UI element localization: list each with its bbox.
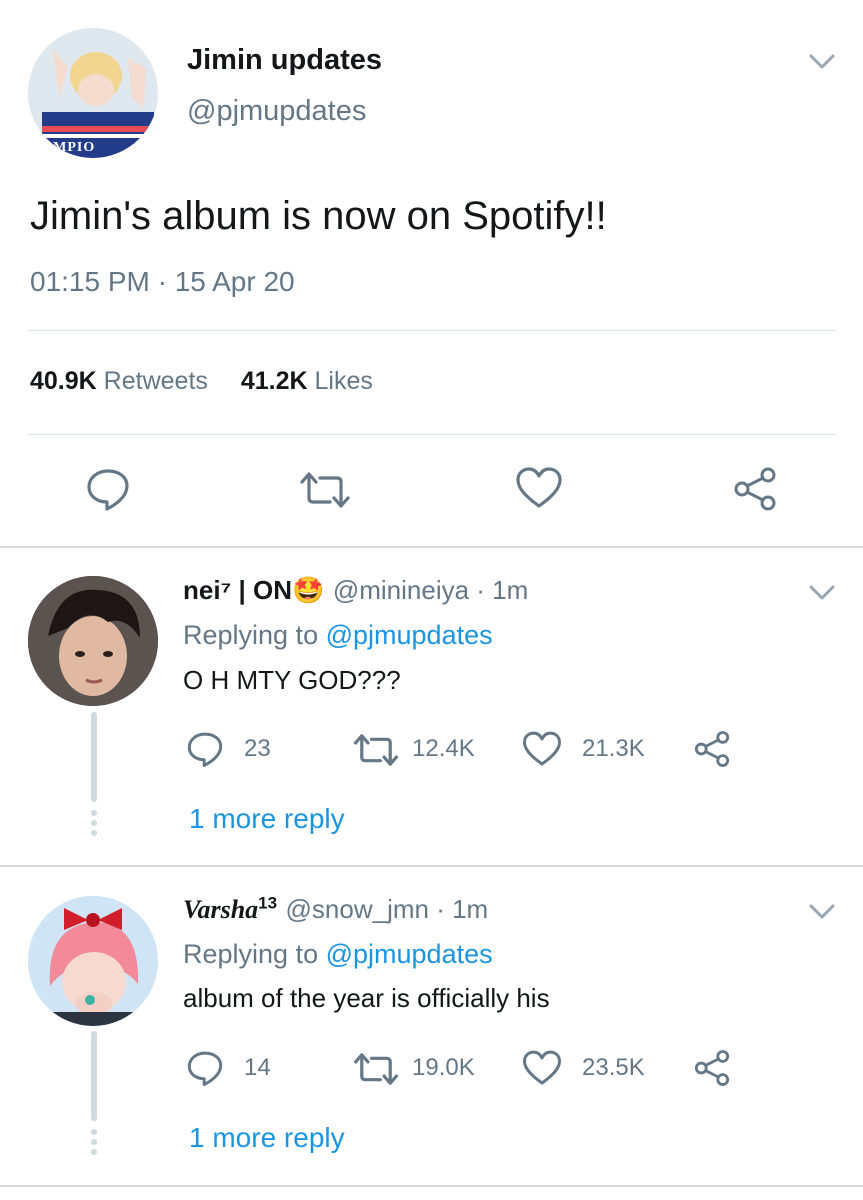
share-icon[interactable] — [693, 1049, 731, 1087]
stats-row: 40.9K Retweets 41.2K Likes — [30, 367, 373, 396]
retweet-count: 19.0K — [412, 1054, 475, 1081]
chevron-down-icon[interactable] — [808, 52, 836, 72]
divider — [28, 434, 835, 435]
like-icon[interactable] — [522, 1049, 562, 1087]
reply-icon[interactable] — [186, 1049, 224, 1087]
timestamp[interactable]: 01:15 PM · 15 Apr 20 — [30, 266, 295, 298]
thread-dots — [91, 810, 97, 840]
display-name[interactable]: Jimin updates — [187, 44, 382, 77]
replying-to-handle[interactable]: @pjmupdates — [326, 939, 493, 969]
like-count: 23.5K — [582, 1054, 645, 1081]
thread-line — [91, 712, 97, 802]
thread-dots — [91, 1129, 97, 1159]
star-struck-emoji: 🤩 — [292, 575, 325, 605]
likes-stat[interactable]: 41.2K Likes — [241, 367, 373, 395]
replying-to: Replying to @pjmupdates — [183, 620, 493, 650]
section-divider — [0, 1185, 863, 1187]
display-name-superscript: 13 — [258, 893, 278, 912]
chevron-down-icon[interactable] — [808, 902, 836, 922]
thread-line — [91, 1031, 97, 1121]
tweet-text: Jimin's album is now on Spotify!! — [30, 194, 607, 238]
like-icon[interactable] — [522, 730, 562, 768]
share-icon[interactable] — [693, 730, 731, 768]
reply-count: 23 — [244, 735, 271, 762]
reply-text: O H MTY GOD??? — [183, 665, 401, 695]
like-count: 21.3K — [582, 735, 645, 762]
chevron-down-icon[interactable] — [808, 583, 836, 603]
retweet-icon[interactable] — [352, 1051, 400, 1087]
reply-count: 14 — [244, 1054, 271, 1081]
retweet-count: 12.4K — [412, 735, 475, 762]
reply-icon[interactable] — [186, 730, 224, 768]
divider — [28, 330, 835, 331]
replying-to: Replying to @pjmupdates — [183, 939, 493, 969]
avatar-text: AMPIO — [42, 140, 96, 155]
more-replies-link[interactable]: 1 more reply — [189, 1122, 345, 1154]
avatar[interactable] — [28, 896, 158, 1026]
handle-time[interactable]: @minineiya · 1m — [333, 575, 528, 605]
avatar[interactable] — [28, 576, 158, 706]
handle-time[interactable]: @snow_jmn · 1m — [286, 894, 489, 924]
retweets-stat[interactable]: 40.9K Retweets — [30, 367, 208, 395]
section-divider — [0, 546, 863, 548]
replying-to-handle[interactable]: @pjmupdates — [326, 620, 493, 650]
share-icon[interactable] — [732, 466, 778, 512]
reply-header: nei⁷ | ON🤩 @minineiya · 1m — [183, 575, 528, 606]
retweet-icon[interactable] — [298, 470, 352, 510]
handle[interactable]: @pjmupdates — [187, 95, 366, 128]
display-name[interactable]: Varsha13 — [183, 893, 278, 924]
more-replies-link[interactable]: 1 more reply — [189, 803, 345, 835]
reply-icon[interactable] — [85, 466, 131, 512]
avatar[interactable]: AMPIO — [28, 28, 158, 158]
reply-text: album of the year is officially his — [183, 983, 550, 1013]
retweet-icon[interactable] — [352, 732, 400, 768]
reply-header: Varsha13 @snow_jmn · 1m — [183, 893, 488, 925]
section-divider — [0, 865, 863, 867]
display-name[interactable]: nei⁷ | ON — [183, 575, 292, 605]
like-icon[interactable] — [515, 466, 563, 510]
